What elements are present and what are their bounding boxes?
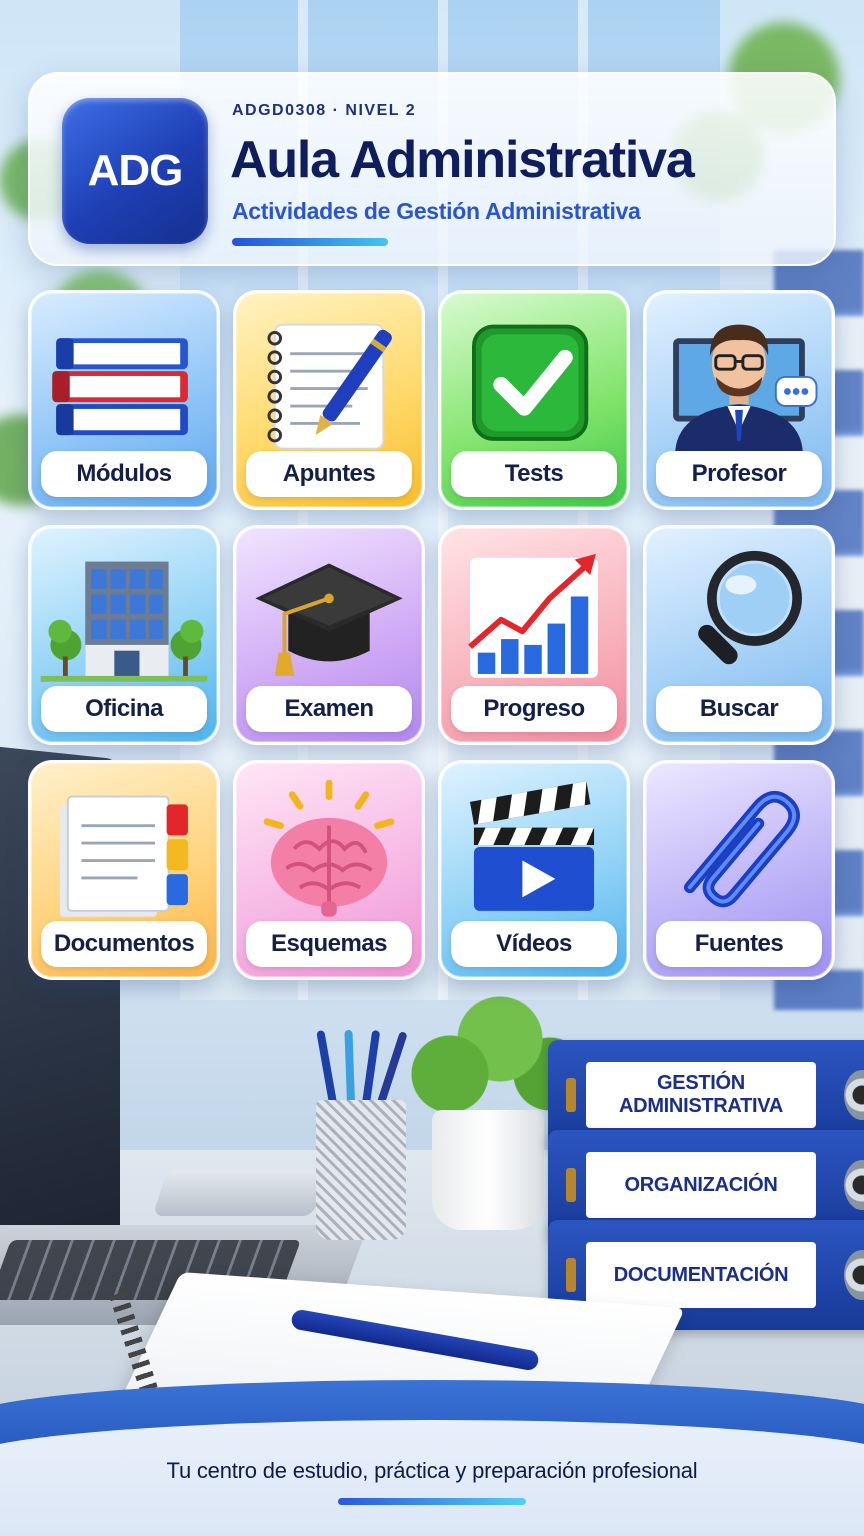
tile-documentos[interactable]: Documentos [28, 760, 220, 980]
documents-icon [31, 763, 217, 928]
course-code: ADGD0308 · NIVEL 2 [232, 102, 417, 119]
tile-label: Buscar [656, 686, 822, 732]
tile-label: Fuentes [656, 921, 822, 967]
binder-label: GESTIÓN ADMINISTRATIVA [586, 1062, 816, 1128]
tile-tests[interactable]: Tests [438, 290, 630, 510]
tile-apuntes[interactable]: Apuntes [233, 290, 425, 510]
binder-label: DOCUMENTACIÓN [586, 1242, 816, 1308]
magnifier-icon [646, 528, 832, 693]
title-underline [232, 238, 388, 246]
tile-label: Tests [451, 451, 617, 497]
tile-label: Vídeos [451, 921, 617, 967]
tile-modulos[interactable]: Módulos [28, 290, 220, 510]
tile-label: Progreso [451, 686, 617, 732]
footer-tagline: Tu centro de estudio, práctica y prepara… [166, 1458, 698, 1483]
smartphone [152, 1170, 328, 1216]
brain-icon [236, 763, 422, 928]
tile-examen[interactable]: Examen [233, 525, 425, 745]
tile-buscar[interactable]: Buscar [643, 525, 835, 745]
tile-profesor[interactable]: Profesor [643, 290, 835, 510]
checkmark-icon [441, 293, 627, 458]
tile-fuentes[interactable]: Fuentes [643, 760, 835, 980]
office-building-icon [31, 528, 217, 693]
graduation-cap-icon [236, 528, 422, 693]
tile-oficina[interactable]: Oficina [28, 525, 220, 745]
tile-label: Oficina [41, 686, 207, 732]
tile-videos[interactable]: Vídeos [438, 760, 630, 980]
tile-esquemas[interactable]: Esquemas [233, 760, 425, 980]
growth-chart-icon [441, 528, 627, 693]
tile-progreso[interactable]: Progreso [438, 525, 630, 745]
app-logo: ADG [62, 98, 208, 244]
teacher-icon [646, 293, 832, 458]
tile-label: Apuntes [246, 451, 412, 497]
tile-label: Esquemas [246, 921, 412, 967]
clapperboard-icon [441, 763, 627, 928]
app-title: Aula Administrativa [230, 131, 695, 189]
tile-label: Documentos [41, 921, 207, 967]
app-subtitle: Actividades de Gestión Administrativa [232, 198, 641, 224]
header-card: ADG ADGD0308 · NIVEL 2 Aula Administrati… [28, 72, 836, 266]
menu-grid: Módulos Apuntes Tests Profesor Oficina E… [28, 290, 836, 980]
tile-label: Módulos [41, 451, 207, 497]
tile-label: Profesor [656, 451, 822, 497]
plant-pot [432, 1110, 544, 1230]
tile-label: Examen [246, 686, 412, 732]
books-icon [31, 293, 217, 458]
paperclip-icon [646, 763, 832, 928]
binder-label: ORGANIZACIÓN [586, 1152, 816, 1218]
notepad-pen-icon [236, 293, 422, 458]
footer-accent-bar [338, 1498, 526, 1505]
